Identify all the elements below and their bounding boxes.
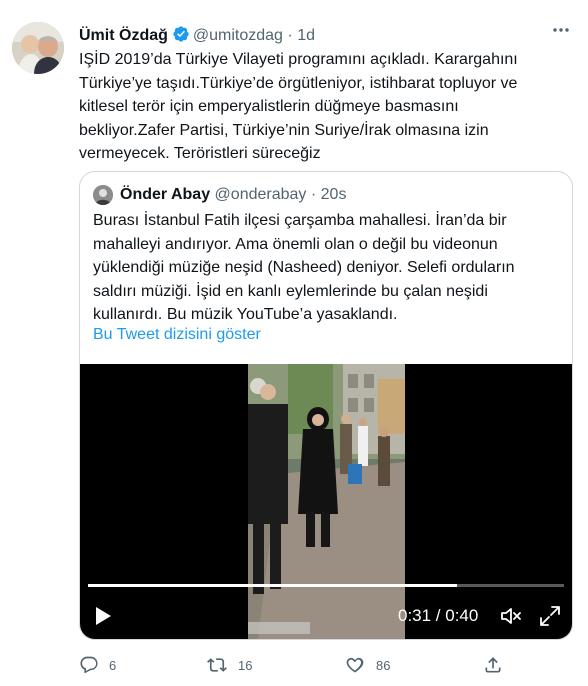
tweet-text-line: bekliyor.Zafer Partisi, Türkiye’nin Suri… [79,121,489,139]
quoted-text-line: Burası İstanbul Fatih ilçesi çarşamba ma… [93,212,507,229]
separator-dot: · [287,27,293,44]
show-thread-link[interactable]: Bu Tweet dizisini göster [93,324,261,346]
quoted-text-line: yüklendiği müziğe neşid (Nasheed) deniyo… [93,259,515,276]
quoted-tweet[interactable]: Önder Abay @onderabay · 20s Burası İstan… [79,171,573,640]
quoted-author-handle[interactable]: @onderabay [215,186,307,203]
quoted-author-name[interactable]: Önder Abay [120,186,210,203]
tweet-time[interactable]: 1d [297,27,315,44]
quoted-text-line: mahalleyi andırıyor. Ama önemli olan o d… [93,235,498,253]
volume-icon[interactable] [500,606,522,631]
quoted-author-avatar[interactable] [93,185,113,205]
fullscreen-icon[interactable] [539,605,561,632]
more-options-icon[interactable] [550,22,572,38]
verified-badge-icon [172,25,190,49]
author-avatar[interactable] [12,22,64,74]
video-time-display: 0:31 / 0:40 [398,606,479,625]
video-frame [248,364,405,639]
tweet-action-bar: 6 16 86 [79,654,519,678]
video-progress-bar[interactable] [88,584,564,587]
quoted-tweet-header: Önder Abay @onderabay · 20s [120,184,346,206]
tweet-text-line: Türkiye’ye taşıdı.Türkiye’de örgütleniyo… [79,74,518,92]
share-icon [483,655,503,678]
tweet-text-line: kitlesel terör için emperyalistlerin düğ… [79,98,459,115]
reply-button[interactable]: 6 [79,654,116,678]
reply-count: 6 [109,658,117,673]
quoted-tweet-text: Burası İstanbul Fatih ilçesi çarşamba ma… [93,209,563,327]
tweet-text-line: vermeyecek. Teröristleri süreceğiz [79,145,321,162]
tweet-header: Ümit Özdağ @umitozdag · 1d [79,25,315,49]
reply-icon [79,655,99,678]
author-handle[interactable]: @umitozdag [193,27,283,44]
quoted-text-line: kullanırdı. Bu müzik YouTube’a yasakland… [93,306,398,323]
quoted-tweet-time[interactable]: 20s [321,186,347,203]
play-icon[interactable] [94,606,112,631]
separator-dot: · [310,186,317,203]
video-progress-fill [88,584,457,587]
share-button[interactable] [483,654,503,678]
like-icon [344,655,366,678]
author-name[interactable]: Ümit Özdağ [79,27,168,44]
like-button[interactable]: 86 [344,654,390,678]
quoted-text-line: saldırı müziği. İşid en kanlı eylemlerin… [93,282,488,300]
retweet-count: 16 [238,658,253,673]
tweet-text-line: IŞİD 2019’da Türkiye Vilayeti programını… [79,51,518,68]
retweet-button[interactable]: 16 [206,654,252,678]
tweet-text: IŞİD 2019’da Türkiye Vilayeti programını… [79,48,579,166]
retweet-icon [206,655,228,678]
like-count: 86 [376,658,391,673]
video-player[interactable]: 0:31 / 0:40 [80,364,572,639]
